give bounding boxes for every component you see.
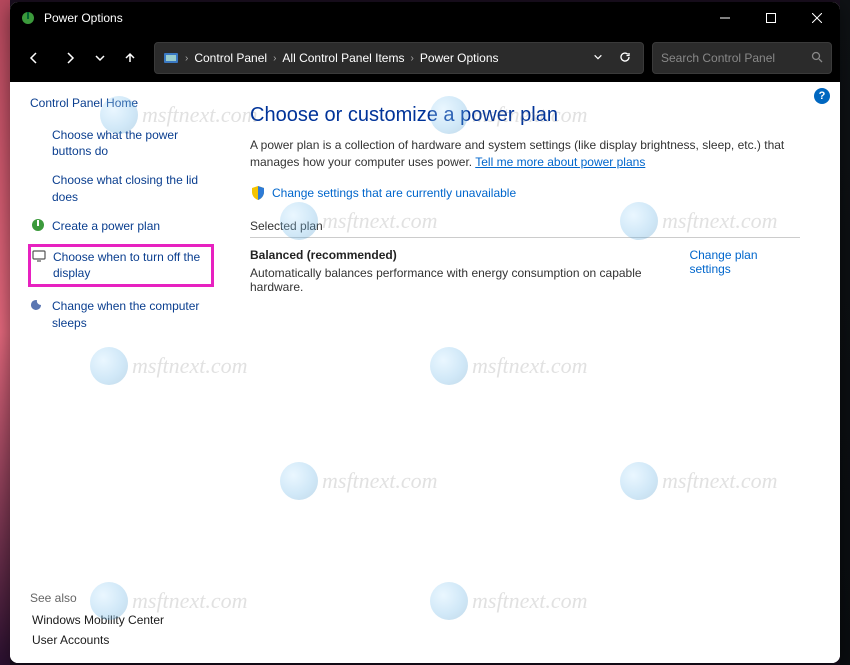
- refresh-button[interactable]: [615, 51, 635, 66]
- search-placeholder: Search Control Panel: [661, 51, 811, 65]
- plan-description: Automatically balances performance with …: [250, 266, 689, 294]
- sidebar-item-label: Create a power plan: [52, 217, 160, 234]
- sidebar-item-label: Change when the computer sleeps: [52, 297, 210, 330]
- navbar: › Control Panel › All Control Panel Item…: [10, 34, 840, 82]
- power-options-window: Power Options › Control P: [10, 2, 840, 663]
- search-input[interactable]: Search Control Panel: [652, 42, 832, 74]
- close-button[interactable]: [794, 2, 840, 34]
- forward-button[interactable]: [54, 42, 86, 74]
- sidebar-item-label: Choose when to turn off the display: [53, 248, 207, 281]
- sidebar-item-closing-lid[interactable]: Choose what closing the lid does: [30, 169, 210, 206]
- selected-plan-heading: Selected plan: [250, 219, 800, 238]
- see-also-mobility-center[interactable]: Windows Mobility Center: [30, 613, 210, 627]
- chevron-right-icon: ›: [410, 53, 413, 64]
- chevron-right-icon: ›: [273, 53, 276, 64]
- sidebar-item-turn-off-display[interactable]: Choose when to turn off the display: [28, 244, 214, 287]
- minimize-button[interactable]: [702, 2, 748, 34]
- search-icon: [811, 51, 823, 66]
- change-unavailable-text: Change settings that are currently unava…: [272, 186, 516, 200]
- learn-more-link[interactable]: Tell me more about power plans: [475, 155, 645, 169]
- main-panel: Choose or customize a power plan A power…: [220, 82, 840, 663]
- plan-name: Balanced (recommended): [250, 248, 689, 262]
- window-title: Power Options: [44, 11, 123, 25]
- change-plan-settings-link[interactable]: Change plan settings: [689, 248, 800, 276]
- sidebar: Control Panel Home Choose what the power…: [10, 82, 220, 663]
- sidebar-item-computer-sleeps[interactable]: Change when the computer sleeps: [30, 295, 210, 332]
- plan-icon: [30, 217, 46, 233]
- titlebar: Power Options: [10, 2, 840, 34]
- display-icon: [31, 248, 47, 264]
- see-also-heading: See also: [30, 591, 210, 605]
- change-unavailable-link[interactable]: Change settings that are currently unava…: [250, 185, 800, 201]
- maximize-button[interactable]: [748, 2, 794, 34]
- sidebar-item-create-plan[interactable]: Create a power plan: [30, 215, 210, 236]
- breadcrumb-item[interactable]: Power Options: [420, 51, 499, 65]
- address-dropdown-icon[interactable]: [587, 51, 609, 65]
- plan-row: Balanced (recommended) Automatically bal…: [250, 248, 800, 294]
- sidebar-item-power-buttons[interactable]: Choose what the power buttons do: [30, 124, 210, 161]
- page-description: A power plan is a collection of hardware…: [250, 137, 800, 171]
- address-bar[interactable]: › Control Panel › All Control Panel Item…: [154, 42, 644, 74]
- up-button[interactable]: [114, 42, 146, 74]
- sleep-icon: [30, 297, 46, 313]
- chevron-right-icon: ›: [185, 53, 188, 64]
- back-button[interactable]: [18, 42, 50, 74]
- app-icon: [20, 10, 36, 26]
- see-also-user-accounts[interactable]: User Accounts: [30, 633, 210, 647]
- control-panel-icon: [163, 50, 179, 66]
- sidebar-item-label: Choose what closing the lid does: [52, 171, 210, 204]
- breadcrumb-item[interactable]: Control Panel: [194, 51, 267, 65]
- shield-icon: [250, 185, 266, 201]
- sidebar-item-label: Choose what the power buttons do: [52, 126, 210, 159]
- recent-dropdown[interactable]: [90, 42, 110, 74]
- content-area: ? Control Panel Home Choose what the pow…: [10, 82, 840, 663]
- help-icon[interactable]: ?: [814, 88, 830, 104]
- breadcrumb-item[interactable]: All Control Panel Items: [282, 51, 404, 65]
- page-heading: Choose or customize a power plan: [250, 104, 800, 127]
- control-panel-home-link[interactable]: Control Panel Home: [30, 96, 210, 110]
